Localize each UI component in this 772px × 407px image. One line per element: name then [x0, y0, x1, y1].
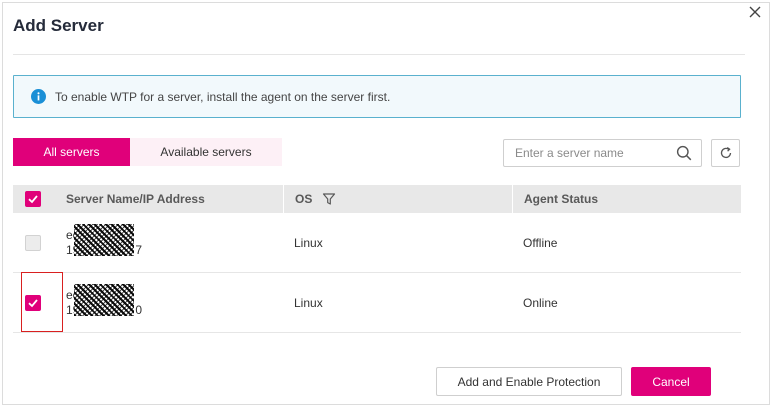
- server-os: Linux: [294, 295, 323, 310]
- row-checkbox[interactable]: [25, 294, 41, 311]
- server-ip-suffix: 7: [135, 242, 143, 257]
- info-icon: [31, 89, 46, 104]
- row-checkbox[interactable]: [25, 234, 41, 251]
- filter-icon[interactable]: [322, 192, 336, 206]
- tab-available-servers[interactable]: Available servers: [130, 138, 282, 166]
- add-and-enable-protection-button[interactable]: Add and Enable Protection: [436, 367, 622, 396]
- table-row[interactable]: ec 19 7 Linux Offline: [13, 213, 741, 273]
- server-table: Server Name/IP Address OS Agent Status e…: [13, 185, 741, 333]
- refresh-icon: [720, 147, 731, 159]
- select-all-checkbox[interactable]: [25, 191, 41, 207]
- server-os: Linux: [294, 235, 323, 250]
- table-row[interactable]: ec 19 0 Linux Online: [13, 272, 741, 333]
- tab-all-servers[interactable]: All servers: [13, 138, 130, 166]
- agent-status: Offline: [523, 235, 558, 250]
- search-box: [503, 139, 702, 167]
- info-notice: To enable WTP for a server, install the …: [13, 75, 741, 118]
- refresh-button[interactable]: [711, 139, 740, 167]
- column-header-os: OS: [295, 192, 313, 206]
- agent-status: Online: [523, 295, 558, 310]
- redacted-mask: [74, 223, 134, 256]
- table-header: Server Name/IP Address OS Agent Status: [13, 185, 741, 213]
- column-header-name: Server Name/IP Address: [66, 192, 205, 206]
- notice-text: To enable WTP for a server, install the …: [55, 89, 391, 104]
- close-icon[interactable]: [747, 4, 763, 20]
- dialog-title: Add Server: [13, 16, 104, 35]
- search-icon[interactable]: [676, 145, 692, 161]
- server-name-ip: ec 19 7: [66, 223, 283, 258]
- redacted-mask: [74, 283, 134, 316]
- server-filter-tabs: All servers Available servers: [13, 138, 282, 166]
- search-input[interactable]: [504, 141, 676, 165]
- cancel-button[interactable]: Cancel: [631, 367, 711, 396]
- server-name-ip: ec 19 0: [66, 283, 283, 318]
- column-header-status: Agent Status: [512, 185, 741, 213]
- title-divider: [13, 54, 745, 55]
- server-ip-suffix: 0: [135, 302, 143, 317]
